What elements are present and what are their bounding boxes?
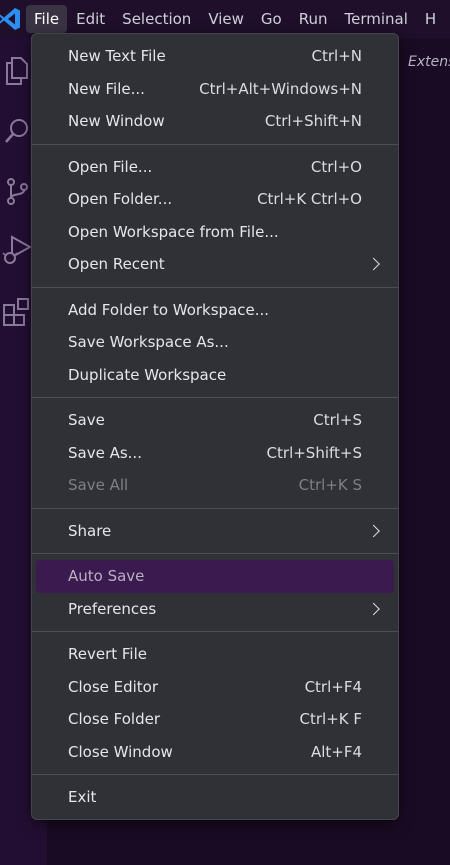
menu-separator [32,507,398,509]
menu-item-share[interactable]: Share [32,515,398,548]
menu-item-shortcut: Ctrl+F4 [304,677,362,696]
menu-item-label: Save All [68,476,129,495]
menu-item-close-window[interactable]: Close Window Alt+F4 [32,736,398,769]
menu-item-save-as[interactable]: Save As... Ctrl+Shift+S [32,437,398,470]
menu-item-duplicate-workspace[interactable]: Duplicate Workspace [32,359,398,392]
menu-item-save[interactable]: Save Ctrl+S [32,404,398,437]
menu-item-open-recent[interactable]: Open Recent [32,248,398,281]
menu-item-label: Open Recent [68,255,165,274]
search-icon[interactable] [2,114,32,148]
menu-item-label: New Text File [68,47,166,66]
menu-item-label: Close Editor [68,677,159,696]
menu-item-open-folder[interactable]: Open Folder... Ctrl+K Ctrl+O [32,183,398,216]
menu-item-new-file[interactable]: New File... Ctrl+Alt+Windows+N [32,73,398,106]
menu-item-save-all: Save All Ctrl+K S [32,469,398,502]
menu-separator [32,553,398,554]
menu-item-preferences[interactable]: Preferences [32,593,398,626]
menubar-selection[interactable]: Selection [114,5,199,33]
menu-item-label: Open File... [68,157,153,176]
menu-item-label: Add Folder to Workspace... [68,300,270,319]
menu-item-label: Revert File [68,645,147,664]
menu-separator [32,397,398,398]
chevron-right-icon [367,257,380,271]
menu-item-label: Preferences [68,599,157,618]
menu-item-close-editor[interactable]: Close Editor Ctrl+F4 [32,671,398,704]
run-debug-icon[interactable] [2,232,32,266]
menu-item-shortcut: Ctrl+K S [298,476,362,495]
extensions-hint-text: Extens [408,54,450,70]
menubar-go[interactable]: Go [253,5,290,33]
chevron-right-icon [367,602,380,616]
menu-item-add-folder-to-workspace[interactable]: Add Folder to Workspace... [32,294,398,327]
menu-item-auto-save[interactable]: Auto Save [36,560,394,593]
menu-item-label: New Window [68,112,165,131]
vscode-logo-icon[interactable] [0,0,26,38]
menu-item-shortcut: Ctrl+O [310,157,362,176]
menubar-help[interactable]: H [417,5,444,33]
file-menu-dropdown: New Text File Ctrl+N New File... Ctrl+Alt+W… [31,33,399,820]
menu-item-label: Save [68,411,105,430]
menu-item-label: Exit [68,788,97,807]
menu-item-label: Close Window [68,742,173,761]
menu-separator [32,774,398,775]
menu-item-new-window[interactable]: New Window Ctrl+Shift+N [32,105,398,138]
menu-separator [32,286,398,288]
menu-item-label: Share [68,521,112,540]
menu-separator [32,143,398,145]
menu-item-label: Open Folder... [68,190,173,209]
menu-item-label: Auto Save [68,567,145,586]
menu-item-open-workspace-from-file[interactable]: Open Workspace from File... [32,216,398,249]
extensions-icon[interactable] [2,294,32,328]
source-control-icon[interactable] [2,174,32,208]
menu-item-shortcut: Ctrl+Alt+Windows+N [199,79,362,98]
menu-item-shortcut: Ctrl+Shift+N [264,112,362,131]
menu-item-shortcut: Ctrl+Shift+S [266,443,362,462]
menu-item-label: Open Workspace from File... [68,222,279,241]
menu-item-close-folder[interactable]: Close Folder Ctrl+K F [32,703,398,736]
menu-item-shortcut: Ctrl+K Ctrl+O [257,190,362,209]
menu-item-label: Close Folder [68,710,160,729]
menu-item-open-file[interactable]: Open File... Ctrl+O [32,151,398,184]
menubar-view[interactable]: View [200,5,252,33]
menu-item-shortcut: Ctrl+N [311,47,362,66]
menu-item-shortcut: Ctrl+K F [299,710,363,729]
explorer-icon[interactable] [2,54,32,88]
menu-item-label: New File... [68,79,145,98]
menubar-run[interactable]: Run [291,5,336,33]
menu-item-label: Duplicate Workspace [68,365,227,384]
chevron-right-icon [367,524,380,538]
menu-item-new-text-file[interactable]: New Text File Ctrl+N [32,40,398,73]
menu-item-shortcut: Ctrl+S [313,411,362,430]
menu-item-save-workspace-as[interactable]: Save Workspace As... [32,326,398,359]
menu-item-label: Save Workspace As... [68,333,229,352]
menu-item-revert-file[interactable]: Revert File [32,638,398,671]
menubar-edit[interactable]: Edit [68,5,113,33]
menubar-file[interactable]: File [26,5,68,33]
menu-item-label: Save As... [68,443,142,462]
menubar-terminal[interactable]: Terminal [337,5,416,33]
menu-item-exit[interactable]: Exit [32,781,398,814]
menu-item-shortcut: Alt+F4 [310,742,362,761]
menu-separator [32,631,398,632]
